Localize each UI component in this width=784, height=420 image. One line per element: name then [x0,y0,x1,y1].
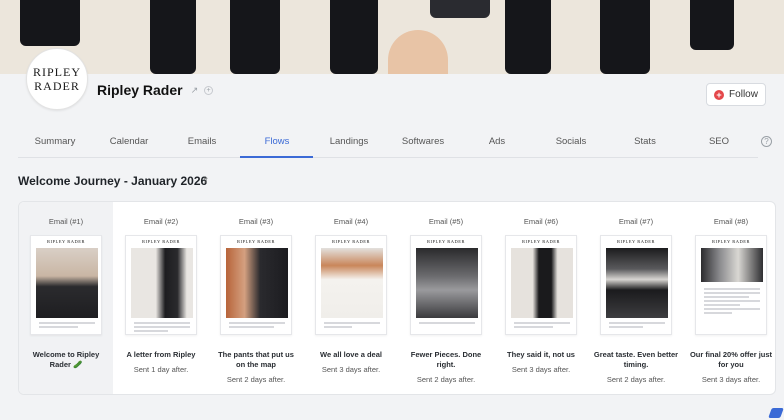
email-timing: Sent 3 days after. [321,365,381,374]
thumb-logo: RIPLEY RADER [427,239,465,244]
email-card[interactable]: Email (#2) RIPLEY RADER A letter from Ri… [114,202,208,394]
follow-label: Follow [729,89,758,100]
thumb-text-lines [134,322,190,334]
email-thumbnail[interactable]: RIPLEY RADER [695,235,767,335]
avatar-text-line2: RADER [34,79,80,93]
thumb-text-lines [419,322,475,326]
thumb-photo [36,248,98,318]
thumb-text-lines [324,322,380,330]
email-number: Email (#5) [428,217,464,226]
email-card[interactable]: Email (#5) RIPLEY RADER Fewer Pieces. Do… [399,202,493,394]
email-subject: Our final 20% offer just for you [689,350,773,369]
email-number: Email (#8) [713,217,749,226]
tab-bar: Summary Calendar Emails Flows Landings S… [18,130,758,158]
flow-email-panel: Email (#1) RIPLEY RADER Welcome to Riple… [18,201,776,395]
tab-emails[interactable]: Emails [165,136,239,147]
banner-photo-shape [20,0,80,46]
banner-photo-shape [600,0,650,74]
thumb-logo: RIPLEY RADER [617,239,655,244]
email-subject: Fewer Pieces. Done right. [410,350,482,369]
banner-photo-shape [690,0,734,50]
email-timing: Sent 2 days after. [606,375,666,384]
plus-icon: + [714,89,725,100]
email-timing: Sent 3 days after. [511,365,571,374]
thumb-text-lines [609,322,665,330]
email-thumbnail[interactable]: RIPLEY RADER [125,235,197,335]
email-subject: A letter from Ripley [126,350,196,359]
thumb-text-lines [514,322,570,330]
email-number: Email (#4) [333,217,369,226]
thumb-photo [131,248,193,318]
email-subject: We all love a deal [320,350,382,359]
thumb-logo: RIPLEY RADER [332,239,370,244]
profile-banner [0,0,784,74]
email-timing: Sent 2 days after. [226,375,286,384]
thumb-logo: RIPLEY RADER [522,239,560,244]
email-card[interactable]: Email (#7) RIPLEY RADER Great taste. Eve… [589,202,683,394]
email-thumbnail[interactable]: RIPLEY RADER [410,235,482,335]
thumb-logo: RIPLEY RADER [47,239,85,244]
flow-title: Welcome Journey - January 2026 [18,174,208,188]
share-icon[interactable]: ⇪ [202,175,210,186]
info-icon[interactable]: + [204,86,213,95]
thumb-photo [416,248,478,318]
banner-photo-shape [330,0,378,74]
app-badge-icon [768,408,784,418]
brand-name: Ripley Rader [97,82,183,98]
follow-button[interactable]: + Follow [706,83,766,106]
email-thumbnail[interactable]: RIPLEY RADER [600,235,672,335]
email-subject: They said it, not us [507,350,575,359]
thumb-text-lines [704,288,760,316]
tab-seo[interactable]: SEO [682,136,756,147]
tab-socials[interactable]: Socials [534,136,608,147]
help-icon[interactable]: ? [761,136,772,147]
tab-summary[interactable]: Summary [18,136,92,147]
email-number: Email (#7) [618,217,654,226]
thumb-photo [511,248,573,318]
tab-ads[interactable]: Ads [460,136,534,147]
banner-photo-shape [230,0,280,74]
email-thumbnail[interactable]: RIPLEY RADER [315,235,387,335]
email-number: Email (#1) [48,217,84,226]
email-timing: Sent 1 day after. [133,365,189,374]
banner-photo-shape [388,30,448,74]
thumb-photo [606,248,668,318]
email-card[interactable]: Email (#8) RIPLEY RADER Our final 20% of… [684,202,775,394]
email-thumbnail[interactable]: RIPLEY RADER [505,235,577,335]
banner-photo-shape [505,0,551,74]
banner-photo-shape [430,0,490,18]
email-card[interactable]: Email (#1) RIPLEY RADER Welcome to Riple… [19,202,113,394]
tab-calendar[interactable]: Calendar [92,136,166,147]
thumb-logo: RIPLEY RADER [142,239,180,244]
avatar-text-line1: RIPLEY [33,65,81,79]
thumb-photo [321,248,383,318]
email-subject: Welcome to Ripley Rader 🥒 [32,350,100,369]
email-card[interactable]: Email (#3) RIPLEY RADER The pants that p… [209,202,303,394]
email-number: Email (#2) [143,217,179,226]
thumb-photo [701,248,763,282]
tab-softwares[interactable]: Softwares [386,136,460,147]
email-card[interactable]: Email (#4) RIPLEY RADER We all love a de… [304,202,398,394]
thumb-text-lines [229,322,285,330]
email-card[interactable]: Email (#6) RIPLEY RADER They said it, no… [494,202,588,394]
brand-avatar: RIPLEY RADER [26,48,88,110]
banner-photo-shape [150,0,196,74]
email-number: Email (#6) [523,217,559,226]
email-subject: Great taste. Even better timing. [593,350,679,369]
thumb-logo: RIPLEY RADER [237,239,275,244]
email-thumbnail[interactable]: RIPLEY RADER [30,235,102,335]
thumb-photo [226,248,288,318]
email-number: Email (#3) [238,217,274,226]
thumb-logo: RIPLEY RADER [712,239,750,244]
email-timing: Sent 3 days after. [701,375,761,384]
external-link-icon[interactable]: ↗ [190,86,199,95]
tab-flows[interactable]: Flows [240,136,314,147]
tab-landings[interactable]: Landings [312,136,386,147]
email-subject: The pants that put us on the map [218,350,294,369]
email-timing: Sent 2 days after. [416,375,476,384]
email-thumbnail[interactable]: RIPLEY RADER [220,235,292,335]
thumb-text-lines [39,322,95,330]
tab-stats[interactable]: Stats [608,136,682,147]
active-tab-indicator [240,156,313,158]
